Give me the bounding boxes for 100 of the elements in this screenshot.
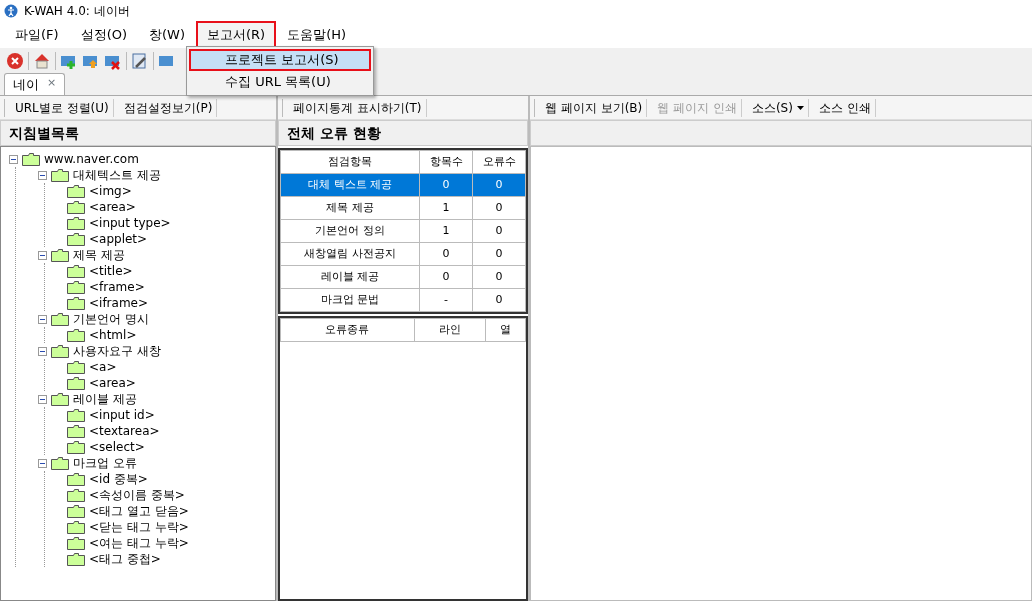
column-header[interactable]: 점검항목 xyxy=(280,150,420,174)
table-cell: 제목 제공 xyxy=(280,196,420,220)
table-cell: 1 xyxy=(419,219,473,243)
collapse-button[interactable] xyxy=(38,458,47,468)
folder-icon xyxy=(51,248,69,262)
menu-item[interactable]: 설정(O) xyxy=(69,21,138,49)
stop-icon[interactable] xyxy=(6,52,24,70)
tree-item[interactable]: 기본언어 명시 xyxy=(73,310,149,328)
folder-icon xyxy=(67,504,85,518)
home-icon[interactable] xyxy=(33,52,51,70)
tree-item[interactable]: <textarea> xyxy=(89,422,160,440)
table-cell: 새창열림 사전공지 xyxy=(280,242,420,266)
column-header[interactable]: 라인 xyxy=(414,318,486,342)
table-cell: 0 xyxy=(419,265,473,289)
folder-icon xyxy=(67,408,85,422)
folder-icon xyxy=(67,520,85,534)
collapse-button[interactable] xyxy=(38,394,47,404)
folder-icon xyxy=(67,264,85,278)
folder-icon xyxy=(67,424,85,438)
tree-item[interactable]: <html> xyxy=(89,326,137,344)
tree-item[interactable]: <frame> xyxy=(89,278,145,296)
folder-icon xyxy=(51,168,69,182)
table-row[interactable]: 레이블 제공 0 0 xyxy=(280,265,526,289)
window-title: K-WAH 4.0: 네이버 xyxy=(24,3,130,20)
table-cell: 0 xyxy=(472,196,526,220)
menu-item[interactable]: 도움말(H) xyxy=(276,21,358,49)
table-row[interactable]: 제목 제공 1 0 xyxy=(280,196,526,220)
tree-item[interactable]: <iframe> xyxy=(89,294,149,312)
caret-icon[interactable] xyxy=(796,106,804,110)
column-header[interactable]: 항목수 xyxy=(419,150,473,174)
collapse-button[interactable] xyxy=(38,314,47,324)
toolbar-button[interactable]: 웹 페이지 보기(B) xyxy=(541,98,648,117)
menu-item[interactable]: 보고서(R) xyxy=(196,21,277,49)
collapse-button[interactable] xyxy=(9,154,18,164)
table-cell: 마크업 문법 xyxy=(280,288,420,312)
tree-item[interactable]: <속성이름 중복> xyxy=(89,486,185,504)
tree-item[interactable]: 레이블 제공 xyxy=(73,390,137,408)
tree-item[interactable]: www.naver.com xyxy=(44,150,139,168)
table-row[interactable]: 기본언어 정의 1 0 xyxy=(280,219,526,243)
folder-icon xyxy=(67,536,85,550)
document-tab[interactable]: 네이 × xyxy=(4,72,66,95)
tree-item[interactable]: <id 중복> xyxy=(89,470,148,488)
table-row[interactable]: 마크업 문법 - 0 xyxy=(280,288,526,312)
folder-icon xyxy=(51,344,69,358)
collapse-button[interactable] xyxy=(38,250,47,260)
tree-item[interactable]: <태그 중첩> xyxy=(89,550,161,568)
tree-item[interactable]: <여는 태그 누락> xyxy=(89,534,189,552)
tree-item[interactable]: <input type> xyxy=(89,214,171,232)
table-row[interactable]: 새창열림 사전공지 0 0 xyxy=(280,242,526,266)
menu-item[interactable]: 파일(F) xyxy=(4,21,70,49)
menu-item[interactable]: 프로젝트 보고서(S) xyxy=(189,49,371,71)
toolbar-button[interactable]: URL별로 정렬(U) xyxy=(11,98,114,117)
table-cell: 레이블 제공 xyxy=(280,265,420,289)
folder-icon xyxy=(22,152,40,166)
folder-icon xyxy=(67,280,85,294)
folder-icon xyxy=(67,488,85,502)
tree-item[interactable]: 대체텍스트 제공 xyxy=(73,166,161,184)
tree-item[interactable]: 제목 제공 xyxy=(73,246,125,264)
tree-item[interactable]: <img> xyxy=(89,182,132,200)
app-icon xyxy=(4,4,18,18)
table-cell: 0 xyxy=(472,242,526,266)
folder-icon xyxy=(51,392,69,406)
table-cell: 대체 텍스트 제공 xyxy=(280,173,420,197)
tree-item[interactable]: <태그 열고 닫음> xyxy=(89,502,189,520)
collapse-button[interactable] xyxy=(38,170,47,180)
toolbar-button[interactable]: 소스 인쇄 xyxy=(814,98,876,117)
panel-title: 지침별목록 xyxy=(0,120,276,146)
tree-item[interactable]: <area> xyxy=(89,198,136,216)
table-row[interactable]: 대체 텍스트 제공 0 0 xyxy=(280,173,526,197)
collapse-button[interactable] xyxy=(38,346,47,356)
tree-item[interactable]: <title> xyxy=(89,262,133,280)
tree-item[interactable]: <select> xyxy=(89,438,145,456)
column-header[interactable]: 열 xyxy=(485,318,526,342)
column-header[interactable]: 오류종류 xyxy=(280,318,415,342)
tree-item[interactable]: <input id> xyxy=(89,406,155,424)
menu-item[interactable]: 창(W) xyxy=(138,21,196,49)
tree-item[interactable]: 사용자요구 새창 xyxy=(73,342,161,360)
tree-item[interactable]: <닫는 태그 누락> xyxy=(89,518,189,536)
table-cell: - xyxy=(419,288,473,312)
table-cell: 0 xyxy=(472,265,526,289)
close-icon[interactable]: × xyxy=(47,74,57,94)
table-cell: 0 xyxy=(419,242,473,266)
folder-icon xyxy=(51,456,69,470)
folder-icon xyxy=(67,360,85,374)
column-header[interactable]: 오류수 xyxy=(472,150,526,174)
folder-icon xyxy=(67,472,85,486)
tree-item[interactable]: <area> xyxy=(89,374,136,392)
folder-icon xyxy=(67,328,85,342)
folder-icon xyxy=(67,552,85,566)
toolbar-button[interactable]: 점검설정보기(P) xyxy=(119,98,218,117)
toolbar-button[interactable]: 소스(S) xyxy=(747,98,809,117)
folder-icon xyxy=(51,312,69,326)
tree-item[interactable]: 마크업 오류 xyxy=(73,454,137,472)
tree-item[interactable]: <applet> xyxy=(89,230,148,248)
folder-icon xyxy=(67,184,85,198)
folder-icon xyxy=(67,216,85,230)
tree-item[interactable]: <a> xyxy=(89,358,117,376)
folder-icon xyxy=(67,232,85,246)
table-cell: 0 xyxy=(472,219,526,243)
menu-item[interactable]: 수집 URL 목록(U) xyxy=(189,71,371,93)
